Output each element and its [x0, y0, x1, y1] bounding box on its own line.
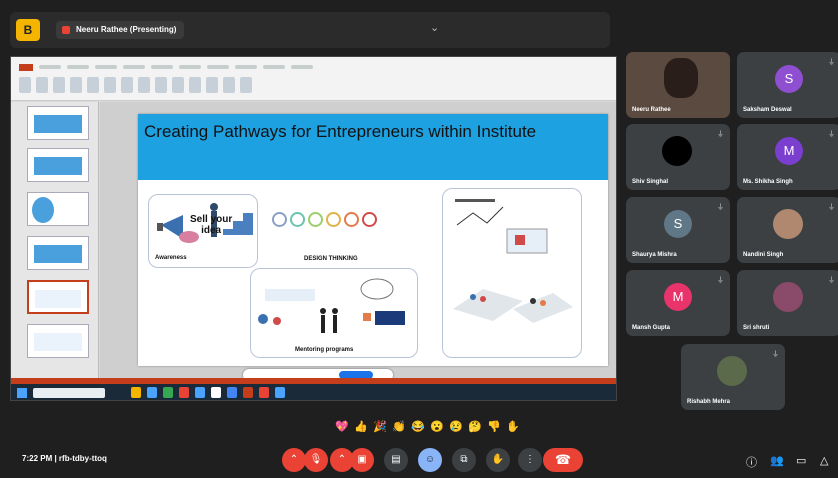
participant-avatar: S: [775, 65, 803, 93]
hands-icon: [179, 231, 199, 243]
captions-icon[interactable]: ▤: [384, 448, 408, 472]
ribbon-tools: [19, 77, 252, 93]
chat-icon[interactable]: ▭: [796, 454, 806, 467]
reaction-party[interactable]: 🎉: [373, 420, 387, 433]
meeting-clock-code: 7:22 PM | rfb-tdby-ttoq: [22, 454, 107, 463]
mic-off-icon: ⏚: [772, 351, 779, 358]
reaction-surprised[interactable]: 😮: [430, 420, 444, 433]
participant-name: Shiv Singhal: [632, 179, 669, 185]
participant-tile[interactable]: S ⏚ Shaurya Mishra: [626, 197, 730, 263]
file-tab: [19, 64, 33, 71]
mic-off-icon: ⏚: [828, 59, 835, 66]
meeting-controls: 7:22 PM | rfb-tdby-ttoq ⌃ 🎙 ⌃ ▣ ▤ ☺ ⧉ ✋ …: [0, 440, 838, 478]
people-icon[interactable]: 👥: [770, 454, 784, 467]
reactions-icon[interactable]: ☺: [418, 448, 442, 472]
slide: Creating Pathways for Entrepreneurs with…: [138, 114, 608, 366]
ribbon-tabs: [39, 65, 313, 73]
mic-off-icon: ⏚: [828, 277, 835, 284]
collapse-icon[interactable]: ⌄: [430, 21, 439, 34]
slide-title-band: Creating Pathways for Entrepreneurs with…: [138, 114, 608, 180]
mic-off-icon: ⏚: [828, 204, 835, 211]
participant-photo: [773, 209, 803, 239]
mic-off-icon: ⏚: [717, 131, 724, 138]
sell-line-1: Sell your: [190, 214, 233, 225]
participant-name: Shaurya Mishra: [632, 252, 677, 258]
raise-hand-icon[interactable]: ✋: [486, 448, 510, 472]
slide-thumbnail: [27, 324, 89, 358]
participant-tile[interactable]: Neeru Rathee: [626, 52, 730, 118]
taskbar-apps: [131, 387, 285, 398]
reaction-bar: 💖 👍 🎉 👏 😂 😮 😢 🤔 👎 ✋: [335, 420, 520, 433]
screen-share-icon: [62, 26, 70, 34]
mic-icon[interactable]: 🎙: [304, 448, 328, 472]
reaction-laugh[interactable]: 😂: [411, 420, 425, 433]
participant-photo: [717, 356, 747, 386]
reaction-clap[interactable]: 👏: [392, 420, 406, 433]
call-end-icon[interactable]: ☎: [543, 448, 583, 472]
design-thinking-steps: [272, 212, 377, 227]
present-icon[interactable]: ⧉: [452, 448, 476, 472]
info-icon[interactable]: ⓘ: [746, 454, 757, 470]
reaction-thinking[interactable]: 🤔: [468, 420, 482, 433]
slide-canvas: Creating Pathways for Entrepreneurs with…: [100, 102, 616, 378]
participant-tile[interactable]: M ⏚ Mansh Gupta: [626, 270, 730, 336]
participant-photo: [662, 136, 692, 166]
windows-start-icon: [17, 388, 27, 398]
mic-options-button[interactable]: ⌃: [282, 448, 306, 472]
slide-thumbnail: [27, 148, 89, 182]
windows-taskbar: [11, 384, 616, 400]
camera-icon[interactable]: ▣: [350, 448, 374, 472]
slide-thumbnail: [27, 192, 89, 226]
participant-name: Neeru Rathee: [632, 107, 671, 113]
presented-screen: Creating Pathways for Entrepreneurs with…: [10, 56, 617, 401]
presenter-bar: B Neeru Rathee (Presenting) ⌄: [10, 12, 610, 48]
participant-avatar: S: [664, 210, 692, 238]
participant-tile[interactable]: ⏚ Sri shruti: [737, 270, 838, 336]
participant-name: Rishabh Mehra: [687, 399, 731, 405]
reaction-sad[interactable]: 😢: [449, 420, 463, 433]
design-thinking-card: DESIGN THINKING: [262, 194, 422, 268]
participant-tile[interactable]: ⏚ Shiv Singhal: [626, 124, 730, 190]
mentoring-illustration: [258, 278, 405, 333]
reaction-raise-hand[interactable]: ✋: [506, 420, 520, 433]
reaction-heart[interactable]: 💖: [335, 420, 349, 433]
startup-card: [442, 188, 582, 358]
participant-tile[interactable]: ⏚ Rishabh Mehra: [681, 344, 785, 410]
design-thinking-label: DESIGN THINKING: [304, 256, 358, 262]
participant-tile[interactable]: M ⏚ Ms. Shikha Singh: [737, 124, 838, 190]
participant-avatar: M: [775, 137, 803, 165]
mic-off-icon: ⏚: [717, 204, 724, 211]
participant-photo: [773, 282, 803, 312]
participant-tile[interactable]: ⏚ Nandini Singh: [737, 197, 838, 263]
more-options-icon[interactable]: ⋮: [518, 448, 542, 472]
powerpoint-ribbon: [11, 57, 616, 101]
app-badge[interactable]: B: [16, 19, 40, 41]
participant-name: Mansh Gupta: [632, 325, 671, 331]
awareness-label: Awareness: [155, 255, 187, 261]
participant-name: Ms. Shikha Singh: [743, 179, 793, 185]
participant-name: Sri shruti: [743, 325, 770, 331]
mic-off-icon: ⏚: [828, 131, 835, 138]
participant-name: Nandini Singh: [743, 252, 784, 258]
mentoring-card: Mentoring programs: [250, 268, 418, 358]
slide-thumbnail: [27, 236, 89, 270]
reaction-thumbs-up[interactable]: 👍: [354, 420, 368, 433]
mentoring-label: Mentoring programs: [295, 347, 354, 353]
participant-name: Saksham Deswal: [743, 107, 792, 113]
activities-icon[interactable]: △: [820, 454, 828, 467]
reaction-thumbs-down[interactable]: 👎: [487, 420, 501, 433]
slide-title: Creating Pathways for Entrepreneurs with…: [144, 122, 537, 141]
participant-avatar: M: [664, 283, 692, 311]
startup-illustration: [453, 199, 573, 323]
slide-thumbnails: [11, 102, 99, 378]
taskbar-search: [33, 388, 105, 398]
mic-off-icon: ⏚: [717, 277, 724, 284]
presenting-label: Neeru Rathee (Presenting): [76, 25, 177, 34]
slide-thumbnail: [27, 106, 89, 140]
slide-thumbnail-selected: [27, 280, 89, 314]
presenting-indicator[interactable]: Neeru Rathee (Presenting): [56, 21, 185, 39]
participant-tile[interactable]: S ⏚ Saksham Deswal: [737, 52, 838, 118]
participant-photo: [664, 58, 698, 98]
